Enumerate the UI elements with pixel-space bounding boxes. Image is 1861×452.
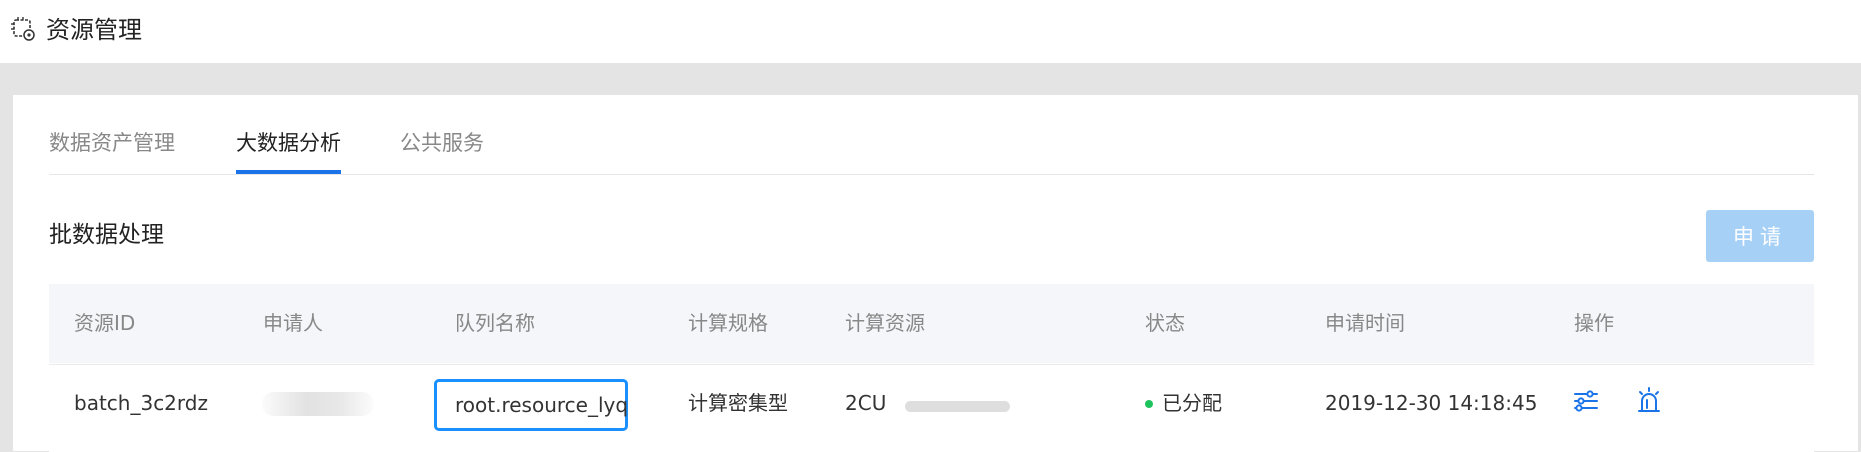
column-header-compute-spec: 计算规格: [688, 311, 768, 335]
page-title: 资源管理: [46, 16, 142, 44]
chip-gear-icon: [11, 17, 35, 41]
cell-apply-time: 2019-12-30 14:18:45: [1325, 391, 1538, 415]
tab-data-asset-management[interactable]: 数据资产管理: [49, 126, 175, 160]
column-header-resource-id: 资源ID: [74, 311, 136, 335]
alarm-light-icon[interactable]: [1634, 386, 1664, 416]
cell-status: 已分配: [1162, 391, 1222, 415]
status-dot: [1145, 400, 1153, 408]
column-header-status: 状态: [1145, 311, 1185, 335]
column-header-apply-time: 申请时间: [1325, 311, 1405, 335]
table-header: 资源ID 申请人 队列名称 计算规格 计算资源 状态 申请时间 操作: [49, 284, 1814, 363]
column-header-compute-resource: 计算资源: [845, 311, 925, 335]
cell-compute-spec: 计算密集型: [688, 391, 788, 415]
cell-compute-resource: 2CU: [845, 391, 887, 415]
column-header-actions: 操作: [1574, 311, 1614, 335]
settings-sliders-icon[interactable]: [1571, 386, 1601, 416]
active-tab-indicator: [236, 170, 341, 174]
column-header-queue-name: 队列名称: [455, 311, 535, 335]
resource-usage-bar: [905, 401, 1010, 412]
section-title: 批数据处理: [49, 222, 164, 248]
tab-bar: 数据资产管理 大数据分析 公共服务: [49, 126, 1814, 175]
cell-resource-id: batch_3c2rdz: [74, 391, 208, 415]
cell-applicant-redacted: [262, 392, 374, 416]
apply-button[interactable]: 申请: [1706, 210, 1814, 262]
top-bar: 资源管理: [0, 0, 1861, 63]
cell-queue-name: root.resource_lyq: [455, 393, 629, 417]
column-header-applicant: 申请人: [263, 311, 323, 335]
tab-big-data-analysis[interactable]: 大数据分析: [236, 126, 341, 160]
tab-public-services[interactable]: 公共服务: [400, 126, 484, 160]
